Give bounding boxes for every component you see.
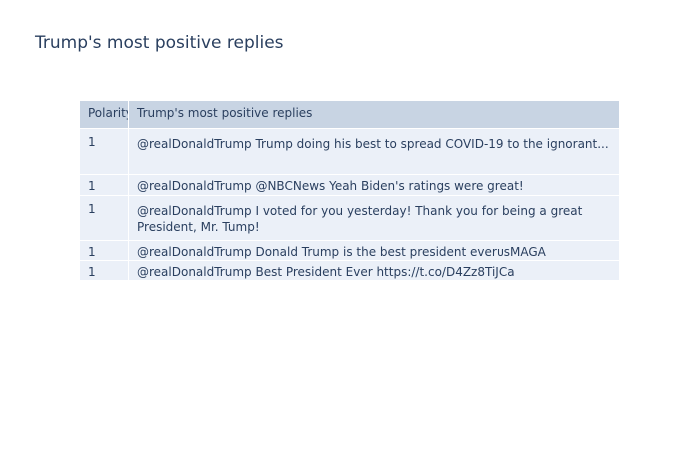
polarity-cell: 1 [80, 241, 129, 260]
table-row: 1 @realDonaldTrump Best President Ever h… [80, 261, 619, 280]
chart-title: Trump's most positive replies [35, 33, 284, 53]
reply-cell: @realDonaldTrump @NBCNews Yeah Biden's r… [137, 179, 524, 193]
reply-cell: @realDonaldTrump Best President Ever htt… [137, 265, 515, 279]
table-row: 1 @realDonaldTrump Donald Trump is the b… [80, 241, 619, 261]
header-cell-polarity: Polarity [80, 101, 129, 128]
header-cell-replies: Trump's most positive replies [137, 106, 313, 120]
polarity-cell: 1 [80, 261, 129, 280]
table-row: 1 @realDonaldTrump @NBCNews Yeah Biden's… [80, 175, 619, 196]
polarity-cell: 1 [80, 196, 129, 240]
replies-table: Polarity Trump's most positive replies 1… [80, 101, 619, 280]
table-row: 1 @realDonaldTrump I voted for you yeste… [80, 196, 619, 241]
polarity-cell: 1 [80, 175, 129, 195]
table-row: 1 @realDonaldTrump Trump doing his best … [80, 129, 619, 175]
reply-cell: @realDonaldTrump Donald Trump is the bes… [137, 245, 546, 259]
reply-cell: @realDonaldTrump I voted for you yesterd… [137, 204, 583, 234]
table-header-row: Polarity Trump's most positive replies [80, 101, 619, 129]
polarity-cell: 1 [80, 129, 129, 174]
reply-cell: @realDonaldTrump Trump doing his best to… [137, 137, 609, 151]
